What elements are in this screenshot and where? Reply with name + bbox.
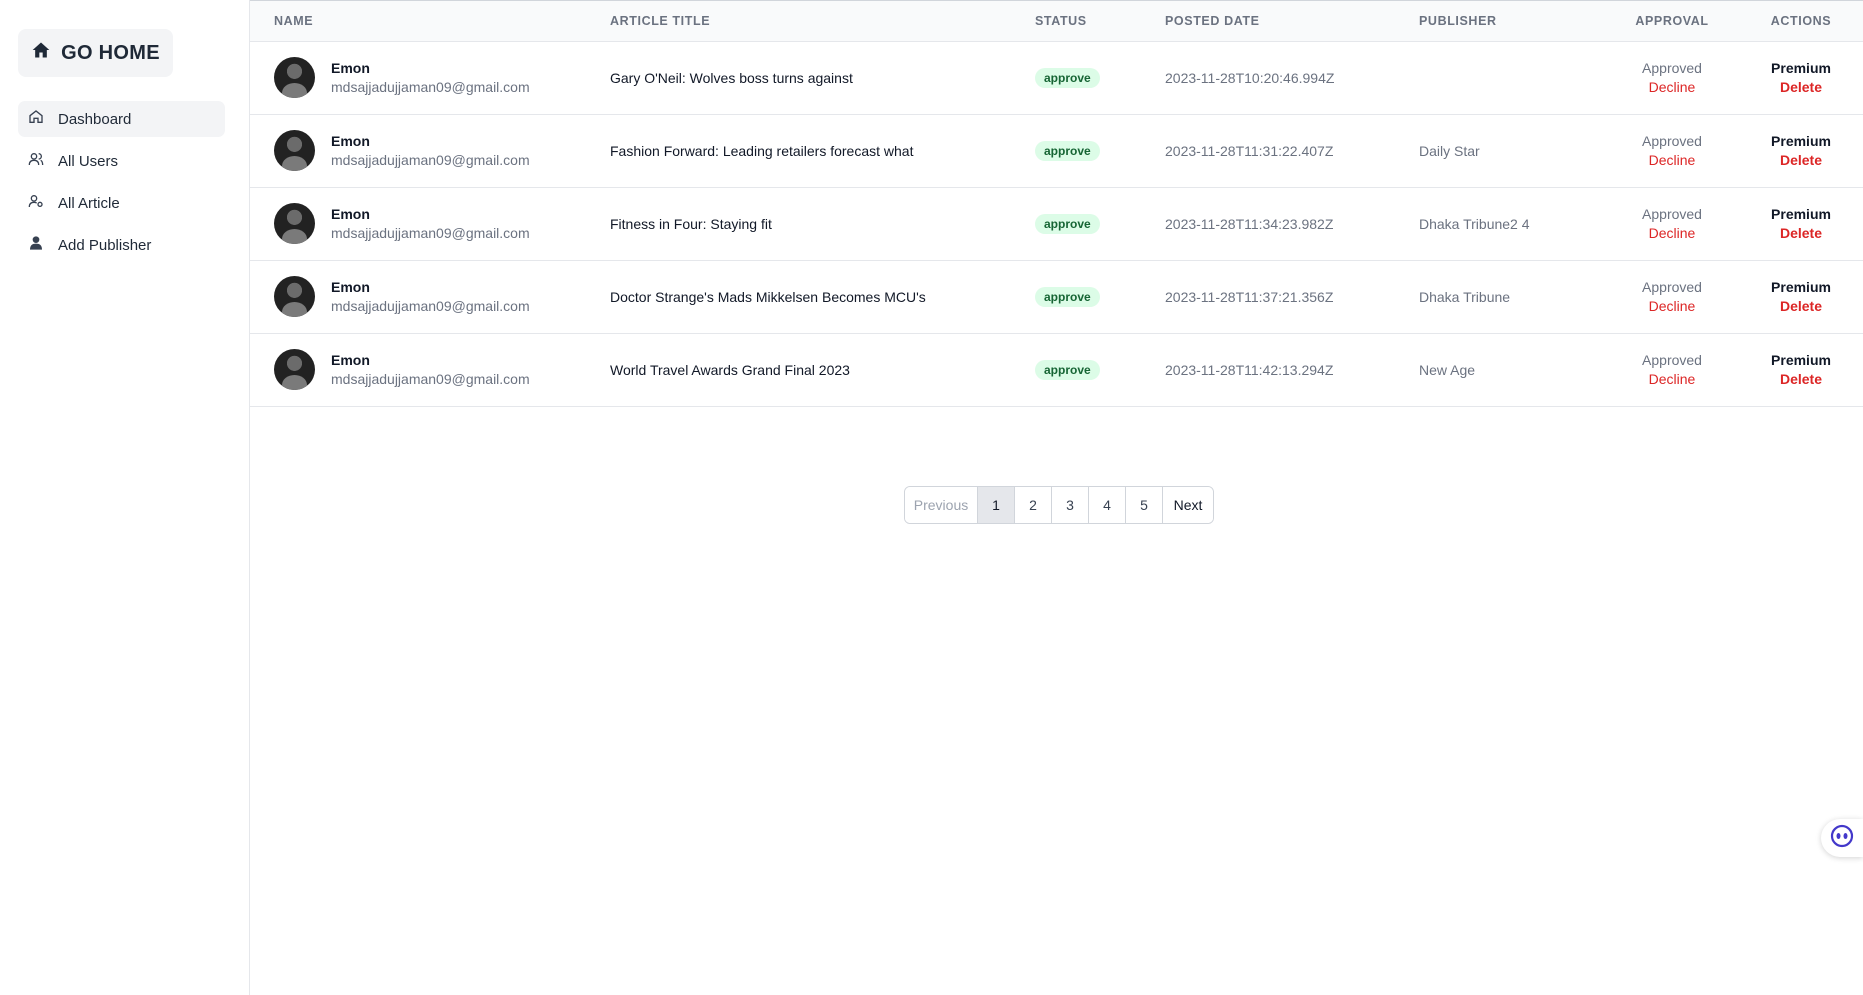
sidebar-item-all-users[interactable]: All Users [18, 143, 225, 179]
posted-date: 2023-11-28T11:31:22.407Z [1165, 142, 1334, 159]
user-edit-icon [28, 193, 44, 213]
approved-label: Approved [1642, 132, 1702, 149]
chat-bot-icon [1830, 824, 1854, 853]
decline-button[interactable]: Decline [1605, 224, 1739, 243]
delete-button[interactable]: Delete [1739, 151, 1863, 170]
publisher: Daily Star [1419, 142, 1480, 159]
avatar [274, 130, 315, 171]
premium-button[interactable]: Premium [1739, 351, 1863, 370]
table-row: Emon mdsajjadujjaman09@gmail.com Gary O'N… [250, 41, 1863, 114]
delete-button[interactable]: Delete [1739, 224, 1863, 243]
next-page-button[interactable]: Next [1163, 487, 1213, 523]
posted-date: 2023-11-28T11:42:13.294Z [1165, 361, 1334, 378]
sidebar-item-dashboard[interactable]: Dashboard [18, 101, 225, 137]
sidebar: GO HOME Dashboard All Users All Article … [0, 0, 250, 995]
decline-button[interactable]: Decline [1605, 297, 1739, 316]
user-name: Emon [331, 278, 370, 295]
posted-date: 2023-11-28T11:37:21.356Z [1165, 288, 1334, 305]
delete-button[interactable]: Delete [1739, 78, 1863, 97]
go-home-button[interactable]: GO HOME [18, 29, 173, 77]
decline-button[interactable]: Decline [1605, 78, 1739, 97]
home-outline-icon [28, 109, 44, 129]
article-title: Gary O'Neil: Wolves boss turns against [610, 69, 853, 86]
user-email: mdsajjadujjaman09@gmail.com [331, 78, 530, 95]
chat-widget-button[interactable] [1821, 819, 1863, 857]
delete-button[interactable]: Delete [1739, 297, 1863, 316]
pagination: Previous 1 2 3 4 5 Next [904, 486, 1214, 524]
premium-button[interactable]: Premium [1739, 59, 1863, 78]
header-status: STATUS [1035, 1, 1165, 42]
header-article-title: ARTICLE TITLE [610, 1, 1035, 42]
user-name: Emon [331, 59, 370, 76]
decline-button[interactable]: Decline [1605, 151, 1739, 170]
status-badge: approve [1035, 359, 1100, 380]
page-button-5[interactable]: 5 [1126, 487, 1163, 523]
previous-page-button[interactable]: Previous [905, 487, 978, 523]
table-row: Emon mdsajjadujjaman09@gmail.com Fitness … [250, 187, 1863, 260]
table-row: Emon mdsajjadujjaman09@gmail.com Doctor S… [250, 260, 1863, 333]
approved-label: Approved [1642, 351, 1702, 368]
sidebar-nav: Dashboard All Users All Article Add Publ… [18, 101, 225, 269]
premium-button[interactable]: Premium [1739, 132, 1863, 151]
premium-button[interactable]: Premium [1739, 278, 1863, 297]
page-button-3[interactable]: 3 [1052, 487, 1089, 523]
approved-label: Approved [1642, 278, 1702, 295]
header-approval: APPROVAL [1605, 1, 1739, 42]
home-icon [31, 40, 51, 66]
avatar [274, 349, 315, 390]
user-email: mdsajjadujjaman09@gmail.com [331, 297, 530, 314]
article-title: Fitness in Four: Staying fit [610, 215, 772, 232]
avatar [274, 276, 315, 317]
header-actions: ACTIONS [1739, 1, 1863, 42]
sidebar-item-label: All Article [58, 194, 120, 212]
articles-table: NAME ARTICLE TITLE STATUS POSTED DATE PU… [250, 1, 1863, 407]
status-badge: approve [1035, 140, 1100, 161]
status-badge: approve [1035, 213, 1100, 234]
user-email: mdsajjadujjaman09@gmail.com [331, 151, 530, 168]
page-button-4[interactable]: 4 [1089, 487, 1126, 523]
delete-button[interactable]: Delete [1739, 370, 1863, 389]
sidebar-item-label: Add Publisher [58, 236, 152, 254]
user-name: Emon [331, 205, 370, 222]
go-home-label: GO HOME [61, 41, 160, 64]
user-email: mdsajjadujjaman09@gmail.com [331, 370, 530, 387]
sidebar-item-add-publisher[interactable]: Add Publisher [18, 227, 225, 263]
user-name: Emon [331, 132, 370, 149]
approved-label: Approved [1642, 205, 1702, 222]
main-content: NAME ARTICLE TITLE STATUS POSTED DATE PU… [250, 0, 1863, 995]
approved-label: Approved [1642, 59, 1702, 76]
table-row: Emon mdsajjadujjaman09@gmail.com Fashion … [250, 114, 1863, 187]
user-email: mdsajjadujjaman09@gmail.com [331, 224, 530, 241]
article-title: Doctor Strange's Mads Mikkelsen Becomes … [610, 288, 926, 305]
article-title: World Travel Awards Grand Final 2023 [610, 361, 850, 378]
premium-button[interactable]: Premium [1739, 205, 1863, 224]
sidebar-item-all-article[interactable]: All Article [18, 185, 225, 221]
publisher: Dhaka Tribune [1419, 288, 1511, 305]
user-icon [28, 235, 44, 255]
publisher: Dhaka Tribune2 4 [1419, 215, 1530, 232]
header-posted-date: POSTED DATE [1165, 1, 1419, 42]
header-publisher: PUBLISHER [1419, 1, 1605, 42]
posted-date: 2023-11-28T11:34:23.982Z [1165, 215, 1334, 232]
page-button-1[interactable]: 1 [978, 487, 1015, 523]
posted-date: 2023-11-28T10:20:46.994Z [1165, 69, 1335, 86]
table-row: Emon mdsajjadujjaman09@gmail.com World Tr… [250, 333, 1863, 406]
status-badge: approve [1035, 67, 1100, 88]
avatar [274, 203, 315, 244]
page-button-2[interactable]: 2 [1015, 487, 1052, 523]
users-icon [28, 151, 44, 171]
publisher: New Age [1419, 361, 1476, 378]
sidebar-item-label: Dashboard [58, 110, 132, 128]
decline-button[interactable]: Decline [1605, 370, 1739, 389]
sidebar-item-label: All Users [58, 152, 119, 170]
avatar [274, 57, 315, 98]
header-name: NAME [250, 1, 610, 42]
status-badge: approve [1035, 286, 1100, 307]
user-name: Emon [331, 351, 370, 368]
table-header-row: NAME ARTICLE TITLE STATUS POSTED DATE PU… [250, 1, 1863, 42]
article-title: Fashion Forward: Leading retailers forec… [610, 142, 914, 159]
